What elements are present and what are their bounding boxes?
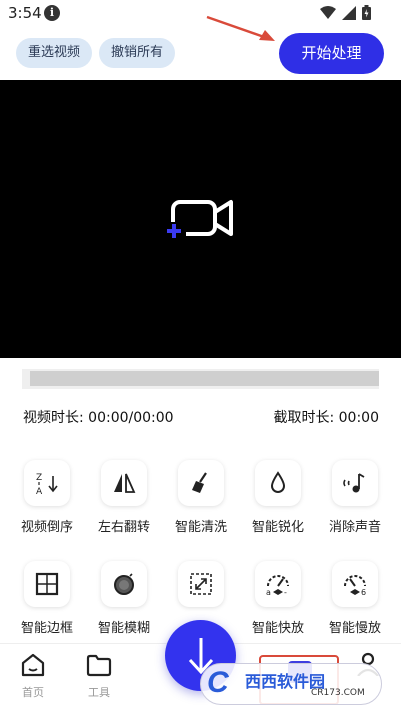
flip-horizontal-icon bbox=[101, 460, 147, 506]
status-time: 3:54 bbox=[8, 4, 42, 22]
svg-text:-: - bbox=[284, 588, 287, 597]
reselect-video-button[interactable]: 重选视频 bbox=[16, 38, 93, 68]
droplet-icon bbox=[255, 460, 301, 506]
video-duration-label: 视频时长: 00:00/00:00 bbox=[23, 410, 174, 426]
slow-down-gauge-icon: 6 bbox=[332, 561, 378, 607]
reverse-sort-icon: Z A bbox=[24, 460, 70, 506]
add-video-icon[interactable] bbox=[164, 196, 236, 242]
tool-label: 智能边框 bbox=[20, 621, 73, 636]
tool-video-reverse[interactable]: Z A 视频倒序 bbox=[7, 460, 87, 535]
tool-label: 智能快放 bbox=[251, 621, 304, 636]
broom-icon bbox=[178, 460, 224, 506]
home-icon bbox=[21, 653, 45, 677]
svg-text:6: 6 bbox=[361, 588, 366, 597]
folder-icon bbox=[86, 654, 112, 677]
status-indicators bbox=[320, 5, 371, 20]
nav-tools[interactable]: 工具 bbox=[74, 652, 124, 700]
annotation-arrow-icon bbox=[206, 15, 275, 41]
tool-smart-slow-play[interactable]: 6 智能慢放 bbox=[315, 561, 395, 636]
svg-text:a: a bbox=[266, 588, 271, 597]
speed-up-gauge-icon: a - bbox=[255, 561, 301, 607]
tool-label: 智能清洗 bbox=[174, 520, 227, 535]
undo-all-button[interactable]: 撤销所有 bbox=[99, 38, 176, 68]
tool-label: 视频倒序 bbox=[20, 520, 73, 535]
mute-music-icon bbox=[332, 460, 378, 506]
status-bar: 3:54 i bbox=[0, 0, 401, 28]
nav-home[interactable]: 首页 bbox=[8, 652, 58, 700]
tool-smart-blur[interactable]: 智能模糊 bbox=[84, 561, 164, 636]
watermark-logo: C 西西软件园 CR173.COM bbox=[200, 663, 382, 705]
cut-duration-label: 截取时长: 00:00 bbox=[273, 410, 379, 426]
info-icon: i bbox=[44, 5, 60, 21]
tool-smart-fast-play[interactable]: a - 智能快放 bbox=[238, 561, 318, 636]
watermark-url: CR173.COM bbox=[311, 688, 365, 698]
tool-expand[interactable] bbox=[161, 561, 241, 617]
expand-icon bbox=[178, 561, 224, 607]
signal-icon bbox=[342, 5, 356, 20]
battery-icon bbox=[362, 5, 371, 20]
tool-label: 智能模糊 bbox=[97, 621, 150, 636]
tool-smart-clean[interactable]: 智能清洗 bbox=[161, 460, 241, 535]
tool-label: 智能锐化 bbox=[251, 520, 304, 535]
tool-label: 智能慢放 bbox=[328, 621, 381, 636]
tool-flip-horizontal[interactable]: 左右翻转 bbox=[84, 460, 164, 535]
wifi-icon bbox=[320, 5, 336, 19]
nav-tools-label: 工具 bbox=[88, 686, 110, 699]
svg-text:A: A bbox=[36, 487, 43, 496]
timeline-track bbox=[30, 371, 379, 386]
tool-smart-border[interactable]: 智能边框 bbox=[7, 561, 87, 636]
tool-remove-sound[interactable]: 消除声音 bbox=[315, 460, 395, 535]
watermark-logo-mark: C bbox=[207, 666, 229, 699]
tool-smart-sharpen[interactable]: 智能锐化 bbox=[238, 460, 318, 535]
tool-label: 左右翻转 bbox=[97, 520, 150, 535]
tool-label: 消除声音 bbox=[328, 520, 381, 535]
blur-circle-icon bbox=[101, 561, 147, 607]
svg-text:Z: Z bbox=[36, 473, 42, 483]
timeline-bar[interactable] bbox=[22, 369, 379, 389]
nav-home-label: 首页 bbox=[22, 686, 44, 699]
start-processing-button[interactable]: 开始处理 bbox=[279, 33, 384, 74]
border-grid-icon bbox=[24, 561, 70, 607]
